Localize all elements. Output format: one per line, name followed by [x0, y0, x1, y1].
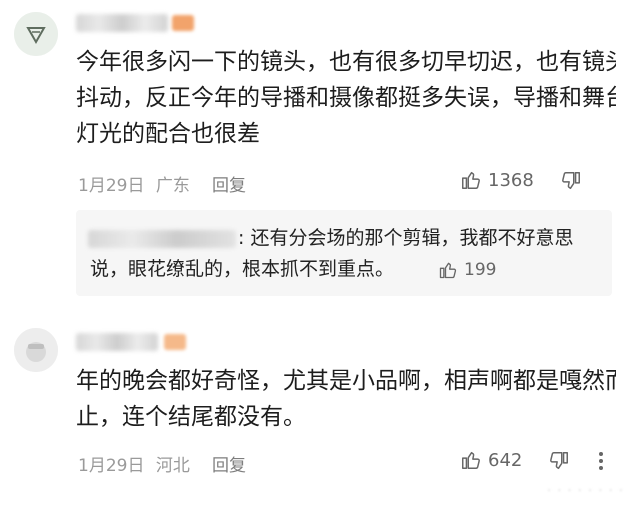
like-count: 642 — [488, 449, 523, 471]
comment-item: 今年很多闪一下的镜头，也有很多切早切迟，也有镜头 抖动，反正今年的导播和摄像都挺… — [0, 0, 640, 300]
username[interactable] — [76, 333, 158, 351]
comment-item: 年的晚会都好奇怪，尤其是小品啊，相声啊都是嘎然而 止，连个结尾都没有。 1月29… — [0, 300, 640, 505]
thumbs-up-icon — [460, 169, 482, 191]
sub-reply-text: : 还有分会场的那个剪辑，我都不好意思 说，眼花缭乱的，根本抓不到重点。 — [90, 227, 574, 280]
sub-reply-like-button[interactable]: 199 — [438, 260, 496, 280]
thumbs-up-icon — [438, 260, 458, 280]
reply-button[interactable]: 回复 — [212, 451, 246, 476]
comment-location: 河北 — [155, 456, 190, 476]
comment-date: 1月29日 — [78, 456, 145, 476]
like-button[interactable]: 642 — [460, 449, 522, 471]
watermark: · · · · · · · · — [547, 484, 624, 499]
reply-button[interactable]: 回复 — [212, 171, 246, 196]
thumbs-up-icon — [460, 449, 482, 471]
sub-reply[interactable]: : 还有分会场的那个剪辑，我都不好意思 说，眼花缭乱的，根本抓不到重点。 199 — [76, 210, 612, 296]
dislike-button[interactable] — [548, 450, 570, 472]
like-button[interactable]: 1368 — [460, 169, 534, 191]
sub-reply-like-count: 199 — [464, 260, 497, 280]
comment-text: 今年很多闪一下的镜头，也有很多切早切迟，也有镜头 抖动，反正今年的导播和摄像都挺… — [76, 49, 616, 147]
avatar[interactable] — [14, 328, 58, 372]
dislike-button[interactable] — [560, 170, 582, 192]
comment-location: 广东 — [155, 176, 190, 196]
user-badge — [164, 334, 186, 350]
avatar[interactable] — [14, 12, 58, 56]
comment-text: 年的晚会都好奇怪，尤其是小品啊，相声啊都是嘎然而 止，连个结尾都没有。 — [76, 368, 616, 430]
comment-meta: 1月29日 河北 — [78, 451, 190, 476]
more-button[interactable] — [596, 450, 606, 472]
thumbs-down-icon — [560, 170, 582, 192]
comment-date: 1月29日 — [78, 176, 145, 196]
avatar-icon — [14, 12, 58, 56]
user-badge — [172, 15, 194, 31]
comment-meta: 1月29日 广东 — [78, 171, 190, 196]
username[interactable] — [76, 14, 168, 32]
like-count: 1368 — [488, 169, 534, 191]
more-vertical-icon — [596, 450, 606, 472]
avatar-icon — [14, 328, 58, 372]
thumbs-down-icon — [548, 450, 570, 472]
